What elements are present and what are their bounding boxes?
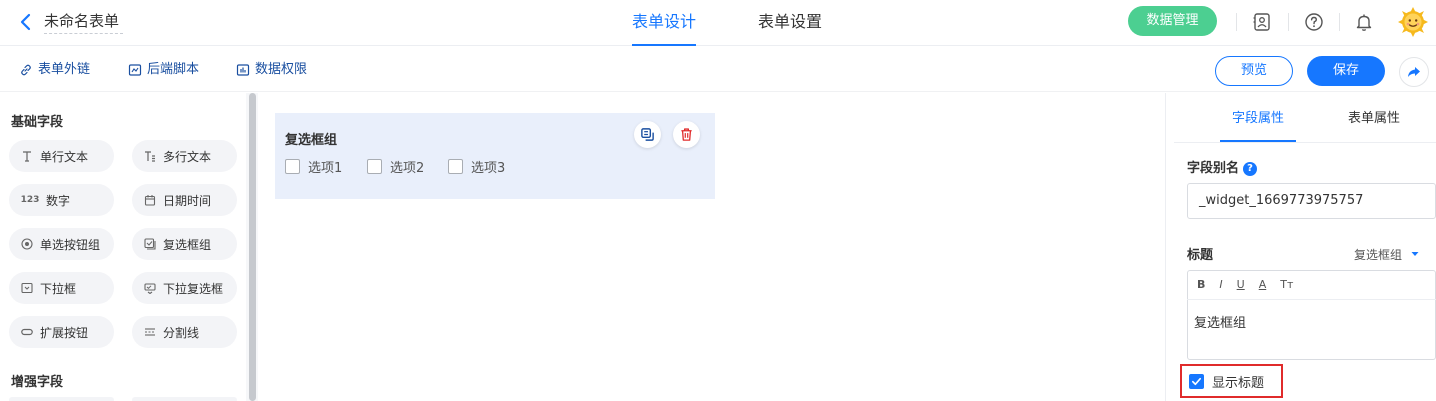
checkbox-checked[interactable] [1189,373,1204,389]
field-label: 下拉复选框 [163,281,224,296]
share-button[interactable] [1399,57,1429,87]
option-label: 选项2 [390,160,425,176]
number-icon: 123 [20,195,40,205]
backend-script-link[interactable]: 后端脚本 [128,61,199,79]
advanced-fields-title: 增强字段 [11,375,64,390]
divider-icon [144,326,156,338]
field-label: 数字 [46,193,71,208]
field-extend-button[interactable]: 扩展按钮 [9,316,114,348]
editor-toolbar: B I U A Tт [1187,270,1436,300]
backend-script-label: 后端脚本 [147,62,200,77]
field-label: 分割线 [163,325,200,340]
widget-title: 复选框组 [285,133,338,148]
field-alias-label: 字段别名? [1187,157,1258,176]
script-icon [128,64,142,76]
tab-field-properties[interactable]: 字段属性 [1220,104,1296,142]
field-alias-text: 字段别名 [1187,161,1240,176]
field-label: 单选按钮组 [40,237,101,252]
toolbar-divider [1288,13,1289,31]
data-permission-link[interactable]: 数据权限 [236,61,307,79]
chart-icon [236,64,250,76]
field-label: 单行文本 [40,149,89,164]
tab-form-properties[interactable]: 表单属性 [1336,104,1412,142]
save-button[interactable]: 保存 [1307,56,1385,86]
toolbar-divider [1339,13,1340,31]
field-checkbox-group[interactable]: 复选框组 [132,228,237,260]
field-label: 多行文本 [163,149,212,164]
field-alias-input[interactable]: _widget_1669773975757 [1187,183,1436,219]
share-icon [1408,67,1420,77]
caret-down-icon [1411,252,1419,256]
copy-icon [641,128,654,141]
title-type-value: 复选框组 [1354,247,1403,262]
form-external-link[interactable]: 表单外链 [19,61,90,79]
title-type-select[interactable]: 复选框组 [1338,240,1436,268]
extend-button-icon [21,326,33,338]
form-external-link-label: 表单外链 [38,62,91,77]
field-dropdown[interactable]: 下拉框 [9,272,114,304]
field-label: 复选框组 [163,237,212,252]
option-label: 选项1 [308,160,343,176]
field-number[interactable]: 123 数字 [9,184,114,216]
font-color-button[interactable]: A [1259,278,1267,291]
field-dropdown-checkbox[interactable]: 下拉复选框 [132,272,237,304]
editor-content[interactable]: 复选框组 [1194,312,1246,331]
checkbox-option[interactable]: 选项3 [448,157,506,176]
back-arrow-icon[interactable] [16,12,36,32]
help-icon[interactable]: ? [1243,162,1258,176]
palette-scrollbar-thumb[interactable] [249,93,256,401]
show-title-label: 显示标题 [1212,375,1265,391]
field-datetime[interactable]: 日期时间 [132,184,237,216]
single-line-text-icon [21,150,33,162]
checkbox[interactable] [285,158,300,174]
form-name-field[interactable]: 未命名表单 [44,10,124,34]
font-size-button[interactable]: Tт [1280,278,1293,291]
tab-divider [1174,142,1436,143]
data-manage-button[interactable]: 数据管理 [1128,6,1217,36]
checkbox-option[interactable]: 选项2 [367,157,425,176]
option-label: 选项3 [471,160,506,176]
link-icon [21,64,31,76]
toolbar-divider [1236,13,1237,31]
bold-button[interactable]: B [1197,278,1205,291]
field-radio-group[interactable]: 单选按钮组 [9,228,114,260]
field-divider[interactable]: 分割线 [132,316,237,348]
italic-button[interactable]: I [1219,278,1222,291]
preview-button[interactable]: 预览 [1215,56,1293,86]
trash-icon [681,128,692,141]
title-label: 标题 [1187,248,1214,263]
field-multi-line-text[interactable]: 多行文本 [132,140,237,172]
top-bar: 未命名表单 表单设计 表单设置 数据管理 [0,0,1436,46]
tab-form-design[interactable]: 表单设计 [632,0,697,46]
checkbox-option[interactable]: 选项1 [285,157,343,176]
dropdown-checkbox-icon [144,282,156,294]
multi-line-text-icon [144,150,156,162]
bell-icon[interactable] [1353,11,1375,33]
calendar-icon [144,194,156,206]
field-partial[interactable] [9,397,114,401]
copy-widget-button[interactable] [634,121,661,148]
delete-widget-button[interactable] [673,121,700,148]
contact-card-icon[interactable] [1251,11,1273,33]
basic-fields-title: 基础字段 [11,115,64,130]
checkbox[interactable] [367,158,382,174]
field-label: 扩展按钮 [40,325,89,340]
field-single-line-text[interactable]: 单行文本 [9,140,114,172]
data-permission-label: 数据权限 [255,62,308,77]
avatar[interactable] [1397,6,1429,38]
underline-button[interactable]: U [1237,278,1245,291]
radio-icon [21,238,33,250]
field-partial[interactable] [132,397,237,401]
field-label: 下拉框 [40,281,77,296]
check-icon [1192,377,1201,385]
secondary-toolbar: 表单外链 后端脚本 数据权限 预览 保存 [0,47,1436,92]
show-title-checkbox-highlight[interactable]: 显示标题 [1180,364,1283,398]
dropdown-icon [21,282,33,294]
tab-form-settings[interactable]: 表单设置 [758,0,822,46]
help-circle-icon[interactable] [1303,11,1325,33]
checkbox-group-icon [144,238,156,250]
field-label: 日期时间 [163,193,212,208]
checkbox[interactable] [448,158,463,174]
